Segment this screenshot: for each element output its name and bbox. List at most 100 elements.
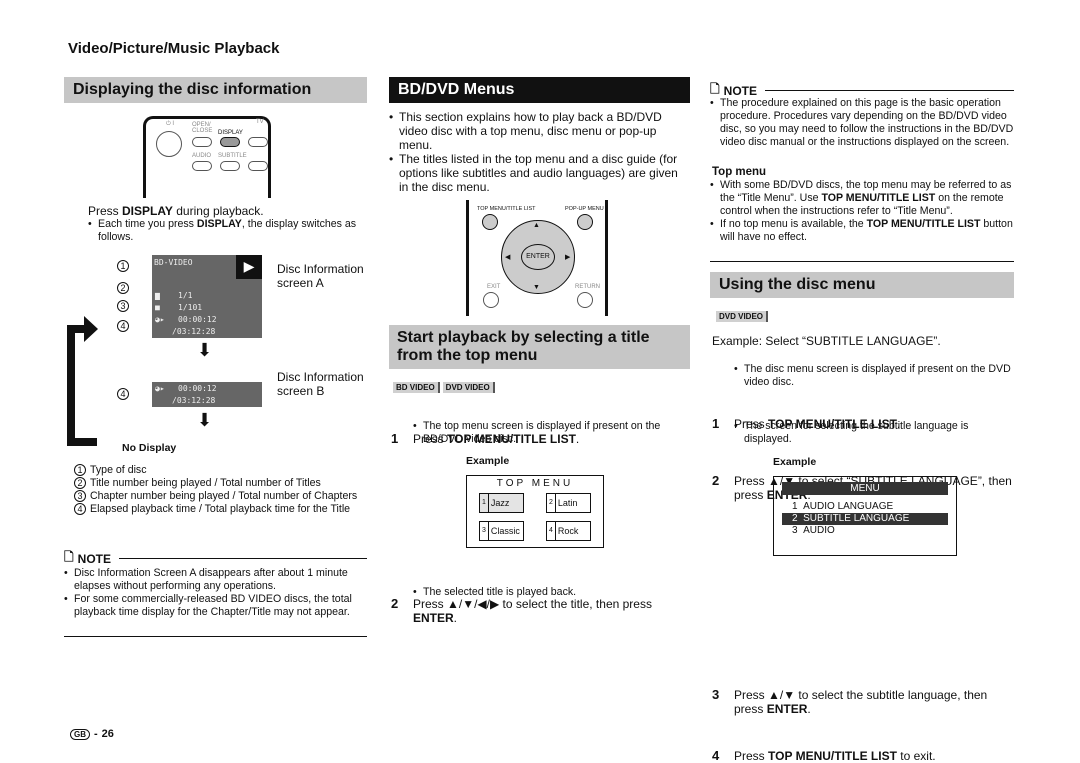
badge-bd-video: BD VIDEO	[393, 382, 440, 393]
screen-a-label: Disc Information screen A	[277, 262, 364, 290]
divider	[119, 558, 367, 559]
clock-play-icon: ◕▸	[155, 315, 165, 324]
intro-bullet: The titles listed in the top menu and a …	[389, 152, 689, 194]
note-item: If no top menu is available, the TOP MEN…	[710, 218, 1014, 244]
top-menu-example: TOP MENU 1 Jazz 2 Latin 3 Classic 4 Rock	[466, 475, 604, 548]
middle-step-2: 2 Press ▲/▼/◀/▶ to select the title, then…	[391, 596, 652, 626]
eject-button-icon	[192, 137, 212, 147]
menu-item[interactable]: 3 AUDIO	[782, 525, 948, 537]
press-display-instruction: Press DISPLAY during playback.	[88, 204, 264, 218]
top-menu-label: TOP MENU/TITLE LIST	[477, 206, 536, 212]
step-bullet: The selected title is played back.	[413, 586, 691, 599]
step-number: 4	[712, 748, 720, 763]
open-close-label: OPEN/ CLOSE	[192, 122, 213, 134]
step-bullet: The disc menu screen is displayed if pre…	[734, 363, 1014, 389]
power-label: ⏻ I	[166, 121, 175, 127]
note-item: With some BD/DVD discs, the top menu may…	[710, 179, 1014, 218]
right-step-3: 3 Press ▲/▼ to select the subtitle langua…	[712, 687, 988, 717]
title-icon: ▆	[155, 291, 160, 300]
popup-menu-button-icon	[577, 214, 593, 230]
chapter-icon: ■	[155, 303, 160, 312]
callout-4: 4	[117, 320, 129, 332]
exit-label: EXIT	[487, 284, 501, 290]
popup-menu-label: POP-UP MENU	[565, 206, 604, 212]
subtitle-label: SUBTITLE	[218, 153, 247, 159]
return-button-icon	[577, 292, 593, 308]
menu-item[interactable]: 1 AUDIO LANGUAGE	[782, 501, 948, 513]
exit-button-icon	[483, 292, 499, 308]
top-menu-item[interactable]: 4 Rock	[546, 521, 591, 541]
legend-item: 3 Chapter number being played / Total num…	[74, 490, 364, 503]
legend-number: 4	[74, 503, 86, 515]
audio-label: AUDIO	[192, 153, 212, 159]
top-menu-heading: Top menu	[712, 166, 767, 178]
step-number: 2	[712, 473, 720, 488]
subtitle-button-icon	[220, 161, 240, 171]
enter-button-icon: ENTER	[521, 244, 555, 270]
right-arrow-icon: ▶	[565, 254, 571, 261]
menu-item-selected[interactable]: 2 SUBTITLE LANGUAGE	[782, 513, 948, 525]
callout-2: 2	[117, 282, 129, 294]
legend-list: 1 Type of disc 2 Title number being played…	[74, 464, 364, 516]
header-disc-info: Displaying the disc information	[64, 77, 367, 103]
badge-dvd-video: DVD VIDEO	[442, 382, 495, 393]
divider	[64, 636, 367, 637]
disc-menu-example: MENU 1 AUDIO LANGUAGE 2 SUBTITLE LANGUAG…	[773, 476, 957, 556]
tv-label: TV	[256, 119, 264, 125]
page-number: 26	[101, 728, 114, 740]
note-item: For some commercially-released BD VIDEO …	[64, 593, 367, 619]
legend-number: 3	[74, 490, 86, 502]
step-number: 3	[712, 687, 720, 702]
intro-bullets: This section explains how to play back a…	[389, 110, 689, 194]
chapter-number: 1/101	[178, 303, 203, 312]
display-switch-bullet: Each time you press DISPLAY, the display…	[88, 218, 368, 244]
input-button-icon	[248, 161, 268, 171]
section-title: Video/Picture/Music Playback	[68, 40, 280, 57]
top-menu-title: TOP MENU	[496, 478, 574, 489]
loop-arrowhead-icon	[84, 316, 98, 342]
note-heading: 🗋 NOTE	[64, 548, 367, 569]
step-bullet: The top menu screen is displayed if pres…	[413, 420, 691, 446]
callout-1: 1	[117, 260, 129, 272]
legend-item: 1 Type of disc	[74, 464, 364, 477]
total-time: /03:12:28	[172, 327, 216, 336]
page-footer: GB - 26	[70, 728, 114, 740]
elapsed-time: 00:00:12	[178, 384, 217, 393]
top-menu-item[interactable]: 3 Classic	[479, 521, 524, 541]
display-label: DISPLAY	[218, 130, 243, 136]
note-icon: 🗋	[64, 550, 74, 564]
region-badge: GB	[70, 728, 90, 740]
callout-4: 4	[117, 388, 129, 400]
legend-item: 4 Elapsed playback time / Total playback …	[74, 503, 364, 516]
screen-b-label: Disc Information screen B	[277, 370, 364, 398]
note-label: NOTE	[77, 551, 111, 566]
note-item: The procedure explained on this page is …	[710, 97, 1014, 149]
top-menu-button-icon	[482, 214, 498, 230]
intro-bullet: This section explains how to play back a…	[389, 110, 689, 152]
disc-info-screen-b: ◕▸ 00:00:12 /03:12:28	[152, 382, 262, 407]
power-button-icon	[156, 131, 182, 157]
down-arrow-icon: ⬇	[197, 410, 213, 430]
divider	[765, 90, 1014, 91]
clock-play-icon: ◕▸	[155, 384, 165, 393]
menu-title: MENU	[782, 482, 948, 495]
badge-dvd-video: DVD VIDEO	[716, 311, 769, 322]
step-number: 2	[391, 596, 399, 611]
example-label: Example	[466, 455, 510, 467]
legend-text: Title number being played / Total number…	[90, 477, 321, 489]
legend-text: Type of disc	[90, 464, 147, 476]
elapsed-time: 00:00:12	[178, 315, 217, 324]
down-arrow-icon: ▼	[533, 284, 540, 291]
header-using-disc-menu: Using the disc menu	[710, 272, 1014, 298]
note-label: NOTE	[723, 83, 757, 98]
divider	[710, 261, 1014, 262]
return-label: RETURN	[575, 284, 600, 290]
tv-power-button-icon	[248, 137, 268, 147]
top-menu-item[interactable]: 2 Latin	[546, 493, 591, 513]
loop-arrow-line	[67, 438, 97, 446]
down-arrow-icon: ⬇	[197, 340, 213, 360]
subheader-top-menu: Start playback by selecting a title from…	[389, 325, 690, 369]
remote-illustration-navigation: TOP MENU/TITLE LIST POP-UP MENU ▲ ▼ ◀ ▶ …	[466, 200, 608, 316]
top-menu-item[interactable]: 1 Jazz	[479, 493, 524, 513]
step-bullet: The screen for selecting the subtitle la…	[734, 420, 1014, 446]
